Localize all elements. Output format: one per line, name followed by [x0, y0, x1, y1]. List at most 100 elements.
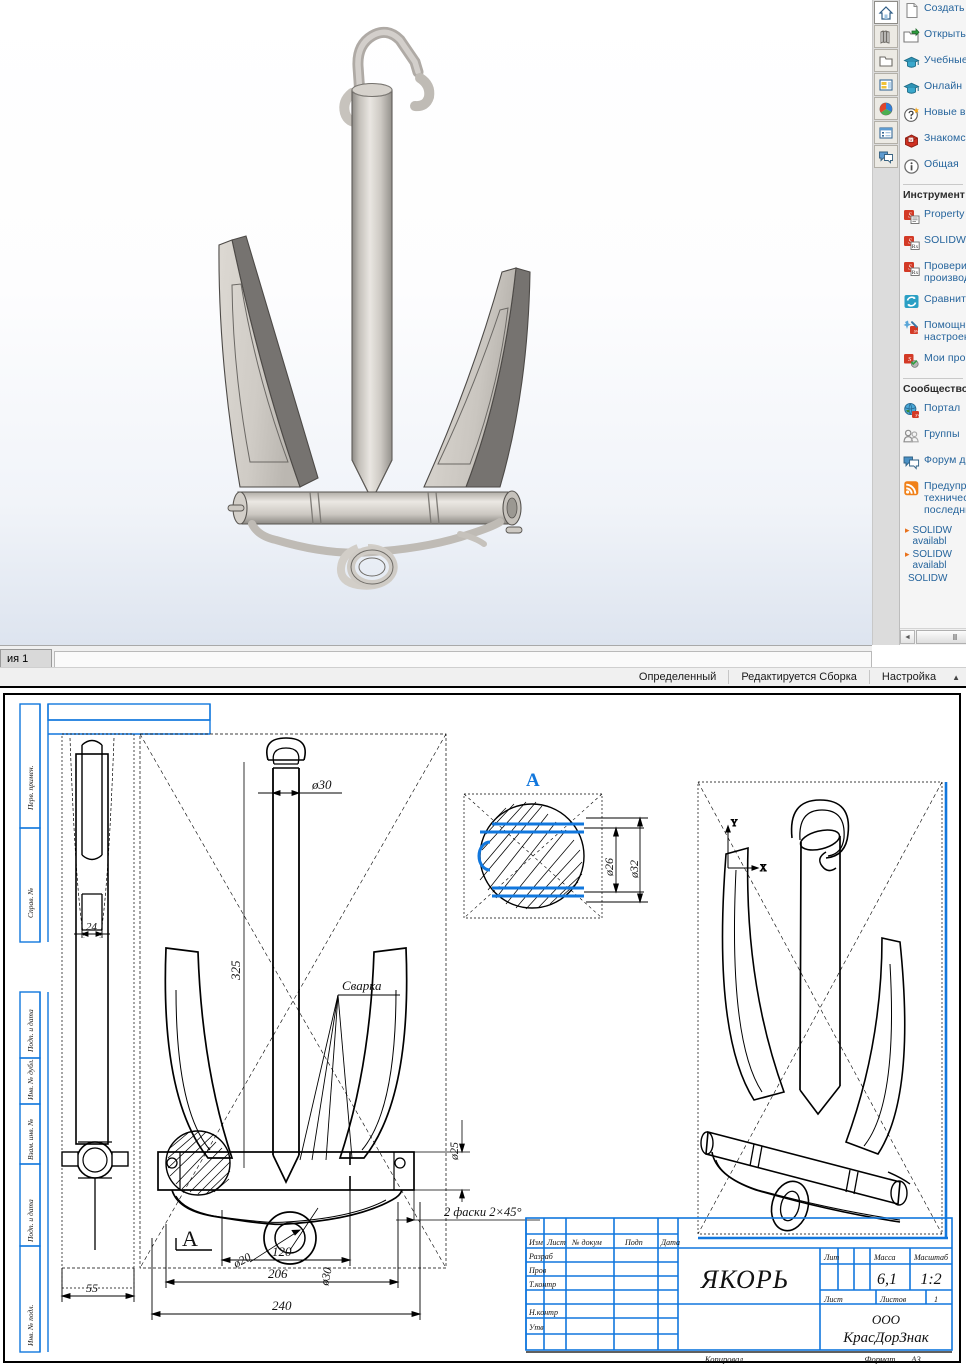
- feed-line1: SOLIDW: [913, 549, 952, 560]
- dimension-240: 240: [272, 1298, 292, 1313]
- pane-link-general[interactable]: Общая: [903, 158, 966, 175]
- axis-label-y: Y: [731, 818, 738, 828]
- tool-label: Мои про: [924, 352, 966, 364]
- pane-link-intro[interactable]: w Знакомс: [903, 132, 966, 149]
- svg-text:Rx: Rx: [912, 244, 919, 250]
- role-tkontr: Т.контр: [529, 1280, 556, 1289]
- margin-field-label: Подп. и дата: [26, 1009, 35, 1053]
- tool-label: Проверить: [924, 260, 966, 272]
- community-label-group: Предупр техничес последни: [924, 480, 966, 516]
- task-pane[interactable]: Создать Открыть Учебные Онлайн Новые в: [872, 0, 966, 645]
- status-caret-icon[interactable]: ▲: [948, 673, 966, 682]
- file-explorer-icon[interactable]: [874, 49, 898, 72]
- scrollbar-thumb[interactable]: III: [916, 630, 966, 644]
- community-label-line2: техничес: [924, 492, 966, 504]
- value-sheets: 1: [934, 1295, 938, 1304]
- task-pane-hscrollbar[interactable]: ◄ III: [900, 628, 966, 645]
- label-sheet: Лист: [823, 1295, 843, 1304]
- pane-link-whats-new[interactable]: Новые в: [903, 106, 966, 123]
- margin-field-label: Инв. № подл.: [26, 1304, 35, 1347]
- dimension-206: 206: [268, 1266, 288, 1281]
- forum-icon[interactable]: [874, 145, 898, 168]
- role-prov: Пров: [528, 1266, 547, 1275]
- role-nkontr: Н.контр: [528, 1308, 558, 1317]
- drawing-sheet[interactable]: Перв. примен. Справ. № Подп. и дата Инв.…: [0, 690, 966, 1368]
- chevron-right-icon: ▸: [905, 549, 910, 571]
- community-alerts[interactable]: Предупр техничес последни: [903, 480, 966, 516]
- tool-label-line2: настроен: [924, 331, 966, 343]
- tool-label: Property: [924, 208, 964, 220]
- pane-link-label: Новые в: [924, 106, 966, 118]
- pane-link-open[interactable]: Открыть: [903, 28, 966, 45]
- status-bar: Определенный Редактируется Сборка Настро…: [0, 667, 966, 688]
- custom-properties-icon[interactable]: [874, 121, 898, 144]
- label-lit: Лит: [823, 1253, 839, 1262]
- scroll-left-arrow-icon[interactable]: ◄: [900, 630, 915, 644]
- feed-line1: SOLIDW: [908, 573, 947, 584]
- label-sheets: Листов: [879, 1295, 907, 1304]
- intro-box-icon: w: [903, 132, 920, 149]
- rx-check-icon: SRx: [903, 260, 920, 277]
- tool-property-tab-builder[interactable]: S Property: [903, 208, 966, 225]
- document-tab[interactable]: ия 1: [0, 649, 52, 668]
- task-pane-content[interactable]: Создать Открыть Учебные Онлайн Новые в: [900, 0, 966, 645]
- pane-link-label: Создать: [924, 2, 965, 14]
- rss-icon: [903, 480, 920, 497]
- community-label: Портал: [924, 402, 960, 414]
- view-palette-icon[interactable]: [874, 73, 898, 96]
- margin-field-label: Взам. инв. №: [26, 1119, 35, 1160]
- feed-item[interactable]: SOLIDW: [905, 573, 966, 584]
- col-podp: Подп: [624, 1238, 643, 1247]
- info-icon: [903, 158, 920, 175]
- design-library-icon[interactable]: [874, 25, 898, 48]
- forum-bubbles-icon: [903, 454, 920, 471]
- dimension-shaft-height: 325: [228, 960, 243, 981]
- tool-compare[interactable]: Сравнить: [903, 293, 966, 310]
- community-groups[interactable]: Группы: [903, 428, 966, 445]
- company-line2: КрасДорЗнак: [842, 1330, 930, 1346]
- tab-bar-empty-area: [54, 651, 872, 668]
- part-name: ЯКОРЬ: [700, 1265, 789, 1294]
- task-pane-tabstrip[interactable]: [873, 0, 900, 645]
- my-products-icon: S: [903, 352, 920, 369]
- community-heading: Сообщество: [903, 383, 966, 395]
- feed-text-group: SOLIDW availabl: [913, 525, 952, 547]
- pane-link-new[interactable]: Создать: [903, 2, 966, 19]
- dimension-55: 55: [86, 1281, 98, 1295]
- tool-solidworks-rx[interactable]: SRx SOLIDW: [903, 234, 966, 251]
- dimension-detail-outer: ø32: [627, 860, 641, 879]
- settings-wizard-icon: sw: [903, 319, 920, 336]
- status-defined: Определенный: [627, 670, 728, 684]
- pane-link-online[interactable]: Онлайн: [903, 80, 966, 97]
- new-document-icon: [903, 2, 920, 19]
- tool-label-line2: производ: [924, 272, 966, 284]
- feed-line1: SOLIDW: [913, 525, 952, 536]
- home-icon[interactable]: [874, 1, 898, 24]
- tool-settings-wizard[interactable]: sw Помощник настроен: [903, 319, 966, 343]
- community-label: Предупр: [924, 480, 966, 492]
- groups-icon: [903, 428, 920, 445]
- dimension-120: 120: [272, 1244, 292, 1259]
- document-tab-bar[interactable]: ия 1: [0, 645, 872, 668]
- col-izm: Изм: [528, 1238, 543, 1247]
- col-doc: № докум: [571, 1238, 602, 1247]
- tool-performance-check[interactable]: SRx Проверить производ: [903, 260, 966, 284]
- tool-my-products[interactable]: S Мои про: [903, 352, 966, 369]
- feed-item[interactable]: ▸ SOLIDW availabl: [905, 525, 966, 547]
- community-forum[interactable]: Форум д: [903, 454, 966, 471]
- pane-link-tutorials[interactable]: Учебные: [903, 54, 966, 71]
- label-mass: Масса: [873, 1253, 895, 1262]
- community-label-line3: последни: [924, 504, 966, 516]
- divider: [903, 184, 963, 185]
- graduation-cap-icon: [903, 54, 920, 71]
- appearances-icon[interactable]: [874, 97, 898, 120]
- status-settings[interactable]: Настройка: [869, 670, 948, 684]
- dimension-shaft-dia: ø30: [311, 777, 332, 792]
- community-portal[interactable]: sw Портал: [903, 402, 966, 419]
- 3d-model-viewport[interactable]: [0, 0, 872, 645]
- divider: [903, 378, 963, 379]
- note-chamfer: 2 фаски 2×45°: [444, 1205, 521, 1219]
- pane-link-label: Открыть: [924, 28, 966, 40]
- feed-item[interactable]: ▸ SOLIDW availabl: [905, 549, 966, 571]
- svg-text:Rx: Rx: [912, 270, 919, 276]
